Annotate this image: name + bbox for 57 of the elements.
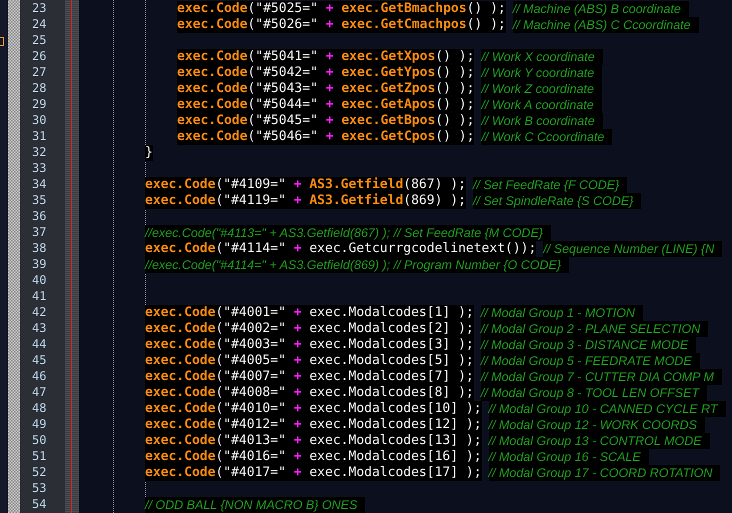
code-comment: // Work Y coordinate bbox=[481, 65, 602, 81]
line-number: 40 bbox=[31, 273, 48, 289]
line-number: 35 bbox=[31, 193, 48, 209]
line-number: 43 bbox=[31, 321, 48, 337]
line-number: 52 bbox=[31, 465, 48, 481]
line-number: 34 bbox=[31, 177, 48, 193]
line-number: 47 bbox=[31, 385, 48, 401]
line-number: 30 bbox=[31, 113, 48, 129]
code-comment: // Modal Group 5 - FEEDRATE MODE bbox=[480, 353, 700, 369]
code-comment: // Modal Group 2 - PLANE SELECTION bbox=[480, 321, 708, 337]
code-comment: //exec.Code("#4113=" + AS3.Getfield(867) ); // Set FeedRate {M CODE} bbox=[145, 225, 551, 241]
line-number: 48 bbox=[31, 401, 48, 417]
code-comment: // Modal Group 8 - TOOL LEN OFFSET bbox=[480, 385, 708, 401]
code-comment: // Work X coordinate bbox=[481, 49, 603, 65]
line-number: 36 bbox=[31, 209, 48, 225]
code-comment: // Work Z coordinate bbox=[481, 81, 602, 97]
line-number: 49 bbox=[31, 417, 48, 433]
code-comment: // Modal Group 17 - COORD ROTATION bbox=[488, 465, 720, 481]
line-number: 27 bbox=[31, 65, 48, 81]
code-comment: // Work B coordinate bbox=[481, 113, 603, 129]
line-number: 39 bbox=[31, 257, 48, 273]
code-comment: // Set FeedRate {F CODE} bbox=[472, 177, 628, 193]
line-number: 46 bbox=[31, 369, 48, 385]
code-comment: // Machine (ABS) B coordinate bbox=[512, 1, 689, 17]
line-number: 53 bbox=[31, 481, 48, 497]
code-comment: // Modal Group 3 - DISTANCE MODE bbox=[480, 337, 696, 353]
code-comment: // Modal Group 13 - CONTROL MODE bbox=[488, 433, 710, 449]
code-comment: // Modal Group 7 - CUTTER DIA COMP M bbox=[480, 369, 722, 385]
line-number: 26 bbox=[31, 49, 48, 65]
line-number: 54 bbox=[31, 497, 48, 513]
code-comment: // Modal Group 1 - MOTION bbox=[480, 305, 643, 321]
line-number: 29 bbox=[31, 97, 48, 113]
code-comment: // ODD BALL {NON MACRO B} ONES bbox=[145, 497, 366, 513]
code-comment: // Machine (ABS) C Ccoordinate bbox=[512, 17, 699, 33]
line-number: 32 bbox=[31, 145, 48, 161]
line-number: 38 bbox=[31, 241, 48, 257]
line-number: 37 bbox=[31, 225, 48, 241]
code-comment: //exec.Code("#4114=" + AS3.Getfield(869) ); // Program Number {O CODE} bbox=[145, 257, 570, 273]
line-number: 28 bbox=[31, 81, 48, 97]
line-number: 44 bbox=[31, 337, 48, 353]
line-number: 33 bbox=[31, 161, 48, 177]
line-number: 23 bbox=[31, 1, 48, 17]
line-number: 51 bbox=[31, 449, 48, 465]
code-comment: // Sequence Number (LINE) {N bbox=[543, 241, 722, 257]
code-comment: // Work C Ccoordinate bbox=[481, 129, 612, 145]
line-number: 25 bbox=[31, 33, 48, 49]
line-number: 50 bbox=[31, 433, 48, 449]
code-comment: // Modal Group 16 - SCALE bbox=[488, 449, 649, 465]
line-number: 42 bbox=[31, 305, 48, 321]
line-number: 24 bbox=[31, 17, 48, 33]
code-comment: // Work A coordinate bbox=[481, 97, 602, 113]
code-comment: // Modal Group 10 - CANNED CYCLE RT bbox=[488, 401, 726, 417]
line-number: 45 bbox=[31, 353, 48, 369]
code-comment: // Set SpindleRate {S CODE} bbox=[472, 193, 642, 209]
line-number: 41 bbox=[31, 289, 48, 305]
code-comment: // Modal Group 12 - WORK COORDS bbox=[488, 417, 705, 433]
line-number: 31 bbox=[31, 129, 48, 145]
